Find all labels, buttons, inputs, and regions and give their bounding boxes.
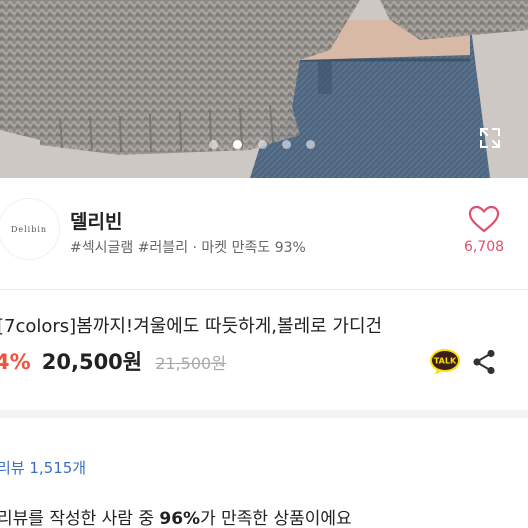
carousel-dot[interactable]	[306, 140, 315, 149]
review-satisfaction-summary: 리뷰를 작성한 사람 중 96%가 만족한 상품이에요	[0, 504, 352, 528]
discount-rate: 4%	[0, 350, 31, 374]
original-price: 21,500원	[155, 354, 226, 373]
seller-name[interactable]: 델리빈	[70, 207, 122, 234]
product-photo	[0, 0, 528, 178]
sale-price: 20,500원	[41, 350, 143, 374]
seller-tags: #섹시글램 #러블리 · 마켓 만족도 93%	[70, 240, 306, 256]
product-title: [7colors]봄까지!겨울에도 따듯하게,볼레로 가디건	[0, 316, 383, 337]
review-summary-prefix: 리뷰를 작성한 사람 중	[0, 509, 160, 528]
divider	[0, 289, 528, 290]
share-icon[interactable]	[472, 349, 496, 375]
kakaotalk-icon[interactable]: TALK	[429, 348, 461, 376]
seller-logo[interactable]: Delibin	[0, 198, 60, 260]
review-summary-percent: 96%	[159, 509, 201, 528]
talk-label: TALK	[434, 357, 457, 366]
carousel-indicator	[0, 140, 528, 150]
carousel-dot[interactable]	[209, 140, 218, 149]
section-divider	[0, 410, 528, 418]
heart-icon[interactable]	[466, 204, 502, 234]
review-summary-suffix: 가 만족한 상품이에요	[200, 509, 352, 528]
review-count-link[interactable]: 리뷰 1,515개	[0, 457, 86, 478]
expand-icon[interactable]	[478, 126, 502, 150]
seller-info: Delibin 델리빈 #섹시글램 #러블리 · 마켓 만족도 93% 6,70…	[0, 178, 528, 288]
carousel-dot[interactable]	[258, 140, 267, 149]
product-image-carousel[interactable]	[0, 0, 528, 178]
like-count: 6,708	[463, 239, 505, 255]
price-row: 4% 20,500원 21,500원	[0, 346, 226, 376]
seller-logo-text: Delibin	[10, 224, 48, 234]
carousel-dot[interactable]	[282, 140, 291, 149]
carousel-dot-active[interactable]	[233, 140, 242, 149]
